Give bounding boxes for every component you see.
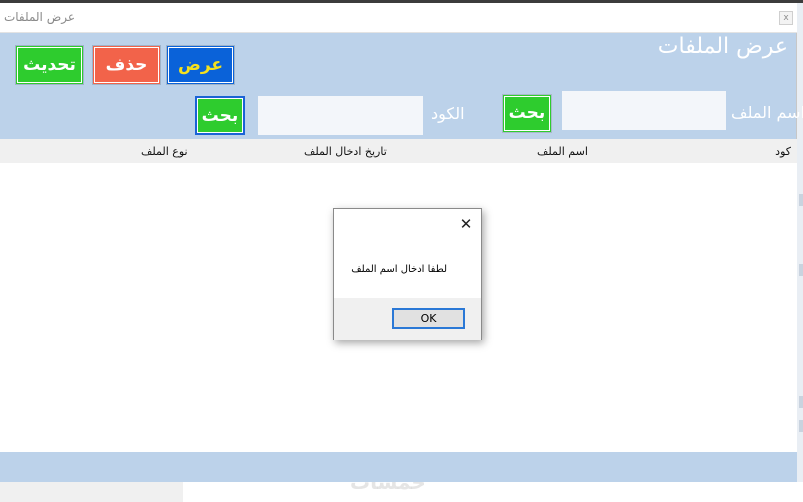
column-header-file-type[interactable]: نوع الملف (141, 145, 188, 158)
file-name-input[interactable] (562, 91, 726, 130)
code-label: الكود (431, 104, 465, 123)
column-header-code[interactable]: كود (775, 145, 791, 158)
dialog-footer: OK (334, 298, 481, 340)
dialog-close-icon[interactable]: ✕ (457, 215, 475, 233)
code-input[interactable] (258, 96, 423, 135)
background-app-mark (799, 264, 803, 276)
background-app-mark (799, 396, 803, 408)
search-by-code-button[interactable]: بحث (195, 96, 245, 135)
window-titlebar[interactable]: عرض الملفات x (0, 3, 797, 33)
delete-button[interactable]: حذف (92, 45, 161, 85)
message-dialog: ✕ لطفا ادخال اسم الملف OK (333, 208, 482, 340)
dialog-message: لطفا ادخال اسم الملف (351, 264, 447, 275)
background-app-mark (799, 194, 803, 206)
view-button[interactable]: عرض (166, 45, 235, 85)
window-title: عرض الملفات (3, 10, 75, 24)
column-header-file-name[interactable]: اسم الملف (537, 145, 588, 158)
grid-header: كود اسم الملف تاريخ ادخال الملف نوع المل… (0, 139, 797, 163)
background-app-mark (799, 420, 803, 432)
window-footer (0, 452, 797, 482)
search-by-name-button[interactable]: بحث (502, 94, 552, 133)
refresh-button[interactable]: تحديث (15, 45, 84, 85)
window-close-icon[interactable]: x (779, 11, 793, 25)
background-app-area (183, 482, 803, 502)
background-app-panel (0, 482, 183, 502)
column-header-entry-date[interactable]: تاريخ ادخال الملف (304, 145, 387, 158)
file-name-label: اسم الملف (731, 103, 803, 122)
ok-button[interactable]: OK (392, 308, 465, 329)
page-title: عرض الملفات (657, 34, 788, 59)
